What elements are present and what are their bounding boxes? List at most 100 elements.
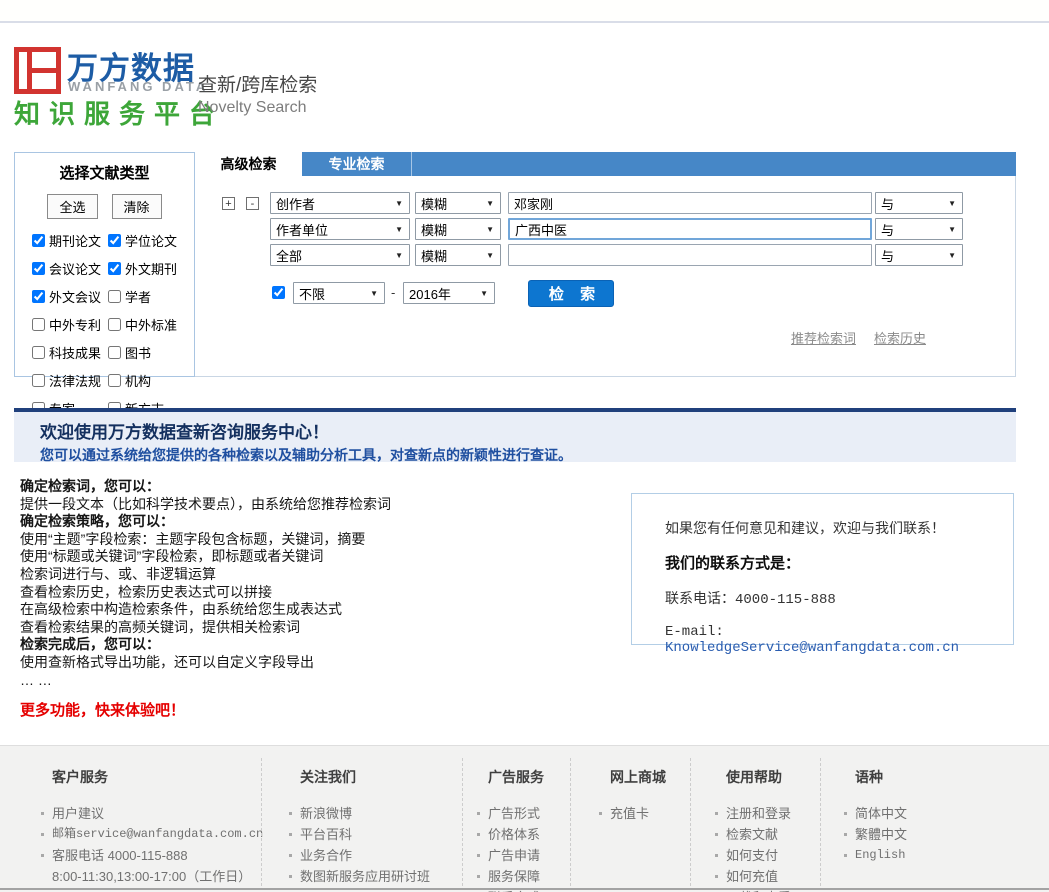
search-history-link[interactable]: 检索历史: [874, 328, 926, 347]
doctype-checkbox-journal[interactable]: 期刊论文: [32, 231, 108, 250]
top-divider-bar: [0, 0, 1049, 23]
help-line: 检索完成后，您可以：: [20, 636, 620, 654]
doctype-checkbox-foreign-conference[interactable]: 外文会议: [32, 287, 108, 306]
help-line: 提供一段文本（比如科学技术要点），由系统给您推荐检索词: [20, 496, 620, 514]
footer-link[interactable]: 繁體中文: [844, 824, 907, 845]
doctype-checkbox-conference[interactable]: 会议论文: [32, 259, 108, 278]
footer-link[interactable]: 新浪微博: [289, 803, 430, 824]
bullet-icon: [477, 875, 480, 878]
logic-select-row2[interactable]: 与▼: [875, 218, 963, 240]
footer-link[interactable]: 注册和登录: [715, 803, 791, 824]
search-term-input-row2[interactable]: [508, 218, 872, 240]
doctype-checkbox-book[interactable]: 图书: [108, 343, 192, 362]
help-line: 确定检索词，您可以：: [20, 478, 620, 496]
footer-link[interactable]: 业务合作: [289, 845, 430, 866]
match-select-row1[interactable]: 模糊▼: [415, 192, 501, 214]
logic-select-row3[interactable]: 与▼: [875, 244, 963, 266]
date-from-select[interactable]: 不限▼: [293, 282, 385, 304]
checkbox[interactable]: [32, 234, 45, 247]
add-row-button[interactable]: +: [222, 197, 235, 210]
footer-divider: [261, 758, 262, 886]
phone-label: 联系电话：: [665, 590, 735, 606]
checkbox[interactable]: [108, 234, 121, 247]
checkbox[interactable]: [32, 290, 45, 303]
field-select-row2[interactable]: 作者单位▼: [270, 218, 410, 240]
bullet-icon: [599, 812, 602, 815]
doctype-checkbox-institution[interactable]: 机构: [108, 371, 192, 390]
help-line: 使用“主题”字段检索：主题字段包含标题，关键词，摘要: [20, 531, 620, 549]
wanfang-logo-icon[interactable]: [14, 47, 61, 94]
bullet-icon: [844, 833, 847, 836]
select-all-button[interactable]: 全选: [47, 194, 97, 219]
doctype-checkbox-standard[interactable]: 中外标准: [108, 315, 192, 334]
checkbox[interactable]: [32, 374, 45, 387]
checkbox[interactable]: [108, 290, 121, 303]
doctype-checkbox-achievement[interactable]: 科技成果: [32, 343, 108, 362]
match-select-row2[interactable]: 模糊▼: [415, 218, 501, 240]
search-term-input-row3[interactable]: [508, 244, 872, 266]
footer-link[interactable]: 广告形式: [477, 803, 544, 824]
checkbox[interactable]: [108, 318, 121, 331]
footer-column-title: 客户服务: [52, 767, 263, 787]
footer-divider: [690, 758, 691, 886]
remove-row-button[interactable]: -: [246, 197, 259, 210]
footer-link[interactable]: 客服电话 4000-115-888: [41, 845, 263, 866]
bullet-icon: [41, 833, 44, 836]
footer-link[interactable]: 如何充值: [715, 866, 791, 887]
footer-link[interactable]: 服务保障: [477, 866, 544, 887]
footer-column-title: 广告服务: [488, 767, 544, 787]
footer-link[interactable]: 平台百科: [289, 824, 430, 845]
email-link[interactable]: KnowledgeService@wanfangdata.com.cn: [665, 640, 959, 656]
bullet-icon: [477, 833, 480, 836]
help-line: 在高级检索中构造检索条件，由系统给您生成表达式: [20, 601, 620, 619]
checkbox[interactable]: [108, 374, 121, 387]
footer-link[interactable]: 检索文献: [715, 824, 791, 845]
doctype-checkbox-scholar[interactable]: 学者: [108, 287, 192, 306]
platform-name: 知识服务平台: [14, 94, 224, 131]
welcome-subtitle: 您可以通过系统给您提供的各种检索以及辅助分析工具，对查新点的新颖性进行查证。: [40, 445, 1006, 465]
doctype-checkbox-foreign-journal[interactable]: 外文期刊: [108, 259, 192, 278]
page-title-cn: 查新/跨库检索: [198, 70, 317, 97]
date-range-checkbox[interactable]: [272, 286, 285, 299]
help-line: 查看检索结果的高频关键词，提供相关检索词: [20, 619, 620, 637]
footer-link[interactable]: 简体中文: [844, 803, 907, 824]
footer-link[interactable]: 用户建议: [41, 803, 263, 824]
clear-button[interactable]: 清除: [112, 194, 162, 219]
search-term-input-row1[interactable]: [508, 192, 872, 214]
footer-link[interactable]: 价格体系: [477, 824, 544, 845]
footer-link[interactable]: 邮箱service@wanfangdata.com.cn: [41, 824, 263, 845]
bullet-icon: [477, 812, 480, 815]
match-select-row3[interactable]: 模糊▼: [415, 244, 501, 266]
checkbox[interactable]: [108, 346, 121, 359]
chevron-down-icon: ▼: [370, 289, 378, 298]
checkbox[interactable]: [32, 262, 45, 275]
checkbox[interactable]: [108, 262, 121, 275]
help-line: 使用“标题或关键词”字段检索，即标题或者关键词: [20, 548, 620, 566]
bullet-icon: [289, 875, 292, 878]
date-to-select[interactable]: 2016年▼: [403, 282, 495, 304]
footer: 客户服务 用户建议 邮箱service@wanfangdata.com.cn 客…: [0, 745, 1049, 892]
footer-column-language: 语种 简体中文 繁體中文 English: [844, 746, 907, 866]
checkbox[interactable]: [32, 318, 45, 331]
footer-link[interactable]: 广告申请: [477, 845, 544, 866]
footer-link[interactable]: 数图新服务应用研讨班: [289, 866, 430, 887]
footer-link[interactable]: English: [844, 845, 907, 866]
search-button[interactable]: 检 索: [528, 280, 614, 307]
footer-link[interactable]: 充值卡: [599, 803, 666, 824]
field-select-row1[interactable]: 创作者▼: [270, 192, 410, 214]
bullet-icon: [715, 875, 718, 878]
doctype-checkbox-law[interactable]: 法律法规: [32, 371, 108, 390]
footer-column-title: 使用帮助: [726, 767, 791, 787]
suggested-terms-link[interactable]: 推荐检索词: [791, 328, 856, 347]
doctype-checkbox-patent[interactable]: 中外专利: [32, 315, 108, 334]
tab-professional-search[interactable]: 专业检索: [302, 152, 412, 176]
checkbox[interactable]: [32, 346, 45, 359]
tab-advanced-search[interactable]: 高级检索: [195, 152, 302, 176]
welcome-title: 欢迎使用万方数据查新咨询服务中心！: [40, 418, 1006, 443]
doctype-checkbox-thesis[interactable]: 学位论文: [108, 231, 192, 250]
chevron-down-icon: ▼: [486, 251, 494, 260]
footer-link[interactable]: 如何支付: [715, 845, 791, 866]
logic-select-row1[interactable]: 与▼: [875, 192, 963, 214]
bullet-icon: [41, 812, 44, 815]
field-select-row3[interactable]: 全部▼: [270, 244, 410, 266]
